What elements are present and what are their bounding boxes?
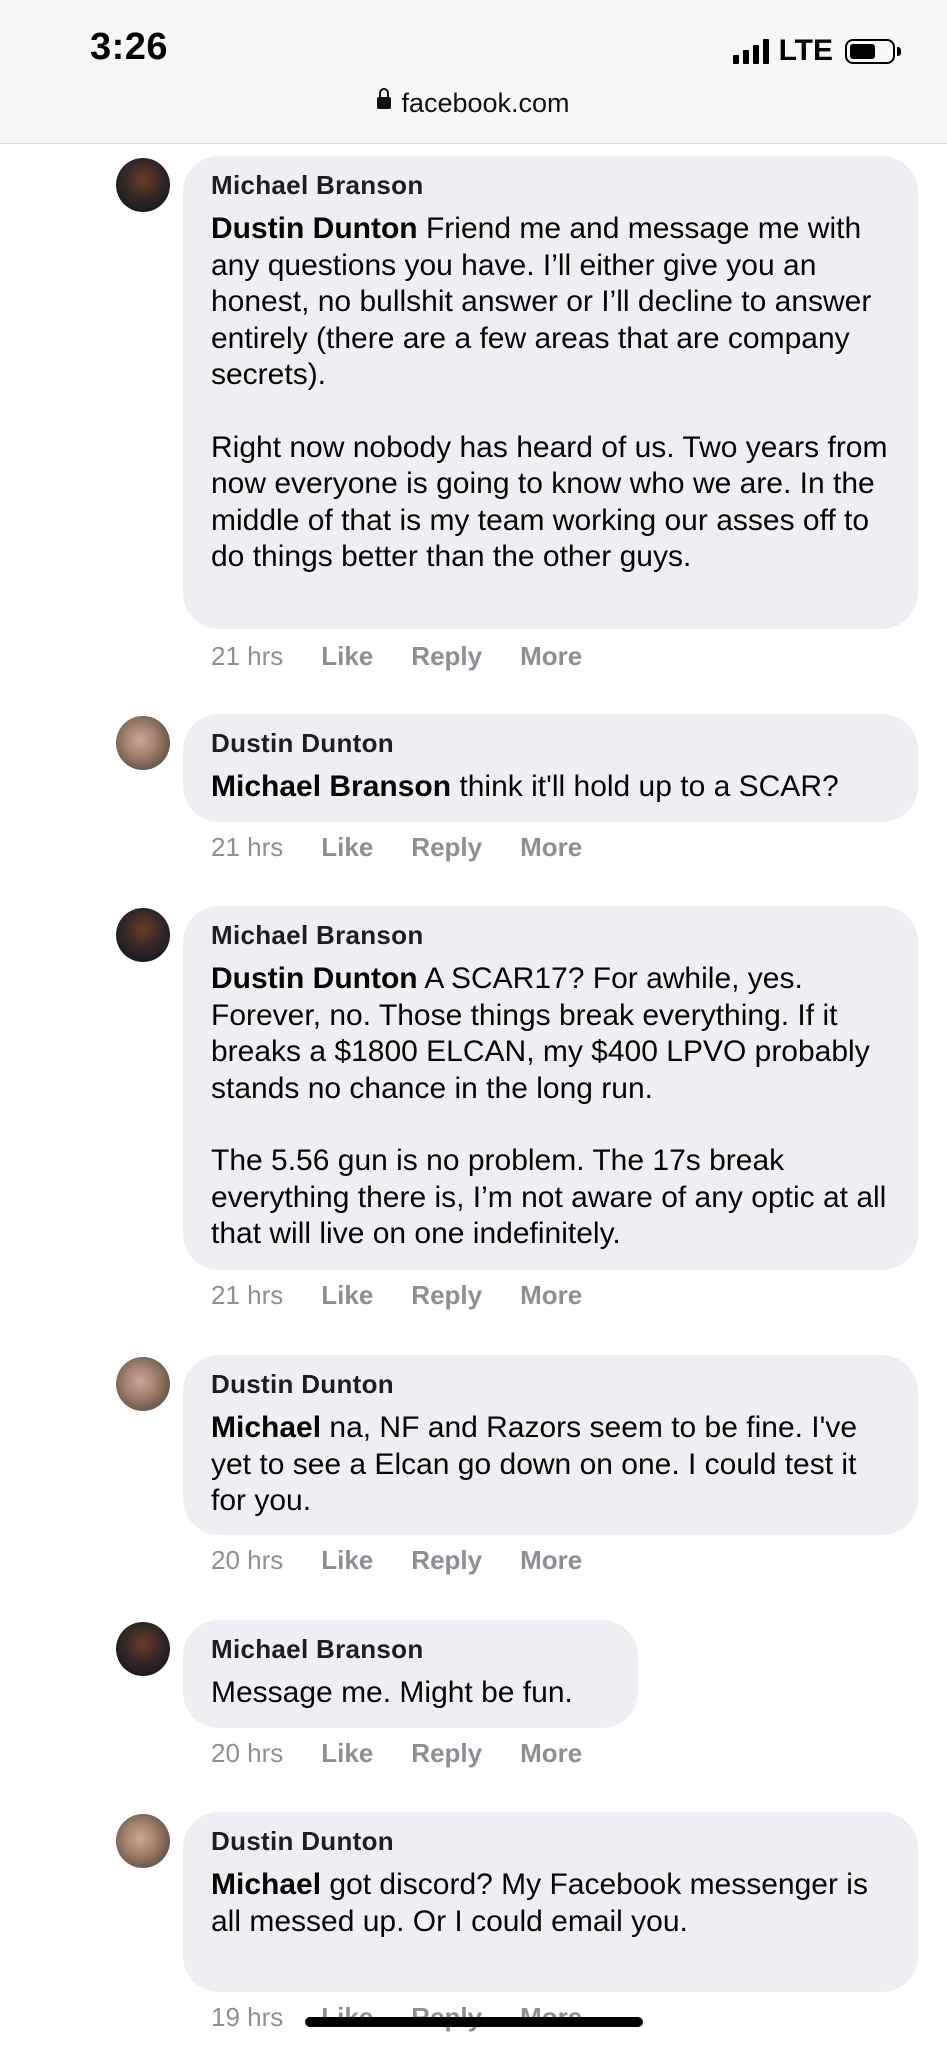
more-button[interactable]: More — [520, 1545, 582, 1576]
lock-icon — [377, 87, 392, 109]
comment-text: Michael Branson think it'll hold up to a… — [211, 769, 890, 806]
comment-timestamp[interactable]: 21 hrs — [211, 1280, 283, 1311]
comment-author[interactable]: Michael Branson — [211, 1634, 610, 1665]
reply-button[interactable]: Reply — [411, 1280, 482, 1311]
more-button[interactable]: More — [520, 1738, 582, 1769]
comment-bubble: Michael Branson Message me. Might be fun… — [183, 1620, 638, 1728]
comment-body: Message me. Might be fun. — [211, 1676, 573, 1709]
comment-text: Michael na, NF and Razors seem to be fin… — [211, 1410, 890, 1520]
comment-actions: 20 hrs Like Reply More — [211, 1738, 620, 1769]
like-button[interactable]: Like — [321, 1545, 373, 1576]
comment-mention[interactable]: Dustin Dunton — [211, 212, 418, 245]
reply-button[interactable]: Reply — [411, 1738, 482, 1769]
comment-actions: 21 hrs Like Reply More — [211, 1280, 620, 1311]
avatar[interactable] — [116, 1357, 170, 1411]
url-domain: facebook.com — [401, 88, 570, 118]
comment-text: Dustin Dunton A SCAR17? For awhile, yes.… — [211, 961, 890, 1253]
comment-actions: 21 hrs Like Reply More — [211, 641, 620, 672]
more-button[interactable]: More — [520, 832, 582, 863]
comment-bubble: Dustin Dunton Michael Branson think it'l… — [183, 714, 918, 822]
reply-button[interactable]: Reply — [411, 1545, 482, 1576]
like-button[interactable]: Like — [321, 641, 373, 672]
comment-body-paragraph: Right now nobody has heard of us. Two ye… — [211, 430, 888, 574]
comment-text: Dustin Dunton Friend me and message me w… — [211, 211, 890, 576]
like-button[interactable]: Like — [321, 832, 373, 863]
comment-bubble: Dustin Dunton Michael got discord? My Fa… — [183, 1812, 918, 1992]
reply-button[interactable]: Reply — [411, 641, 482, 672]
comment-timestamp[interactable]: 21 hrs — [211, 832, 283, 863]
like-button[interactable]: Like — [321, 1738, 373, 1769]
comment-bubble: Dustin Dunton Michael na, NF and Razors … — [183, 1355, 918, 1535]
avatar[interactable] — [116, 1814, 170, 1868]
network-type: LTE — [778, 34, 833, 67]
avatar[interactable] — [116, 158, 170, 212]
battery-icon — [845, 38, 901, 64]
more-button[interactable]: More — [520, 641, 582, 672]
comment-text: Michael got discord? My Facebook messeng… — [211, 1867, 890, 1940]
status-time: 3:26 — [90, 26, 169, 68]
comment-timestamp[interactable]: 20 hrs — [211, 1738, 283, 1769]
reply-button[interactable]: Reply — [411, 832, 482, 863]
comment-timestamp[interactable]: 21 hrs — [211, 641, 283, 672]
status-indicators: LTE — [732, 34, 901, 68]
address-bar[interactable]: facebook.com — [0, 87, 947, 119]
signal-strength-icon — [732, 38, 769, 64]
comment-text: Message me. Might be fun. — [211, 1675, 610, 1712]
comment-author[interactable]: Dustin Dunton — [211, 728, 890, 759]
comment-timestamp[interactable]: 19 hrs — [211, 2002, 283, 2033]
comment-timestamp[interactable]: 20 hrs — [211, 1545, 283, 1576]
comment-actions: 21 hrs Like Reply More — [211, 832, 620, 863]
avatar[interactable] — [116, 908, 170, 962]
comment-mention[interactable]: Michael — [211, 1411, 321, 1444]
like-button[interactable]: Like — [321, 1280, 373, 1311]
avatar[interactable] — [116, 716, 170, 770]
comment-author[interactable]: Michael Branson — [211, 170, 890, 201]
comment-bubble: Michael Branson Dustin Dunton Friend me … — [183, 156, 918, 629]
browser-top-bar: 3:26 LTE facebook.com — [0, 0, 947, 144]
comment-author[interactable]: Michael Branson — [211, 920, 890, 951]
comment-body: think it'll hold up to a SCAR? — [459, 770, 839, 803]
comment-mention[interactable]: Michael Branson — [211, 770, 451, 803]
comment-body-paragraph: The 5.56 gun is no problem. The 17s brea… — [211, 1144, 887, 1250]
comment-bubble: Michael Branson Dustin Dunton A SCAR17? … — [183, 906, 918, 1270]
comment-author[interactable]: Dustin Dunton — [211, 1369, 890, 1400]
comment-actions: 20 hrs Like Reply More — [211, 1545, 620, 1576]
more-button[interactable]: More — [520, 1280, 582, 1311]
comment-mention[interactable]: Dustin Dunton — [211, 962, 418, 995]
comment-mention[interactable]: Michael — [211, 1868, 321, 1901]
comment-author[interactable]: Dustin Dunton — [211, 1826, 890, 1857]
avatar[interactable] — [116, 1622, 170, 1676]
home-indicator[interactable] — [305, 2017, 643, 2027]
